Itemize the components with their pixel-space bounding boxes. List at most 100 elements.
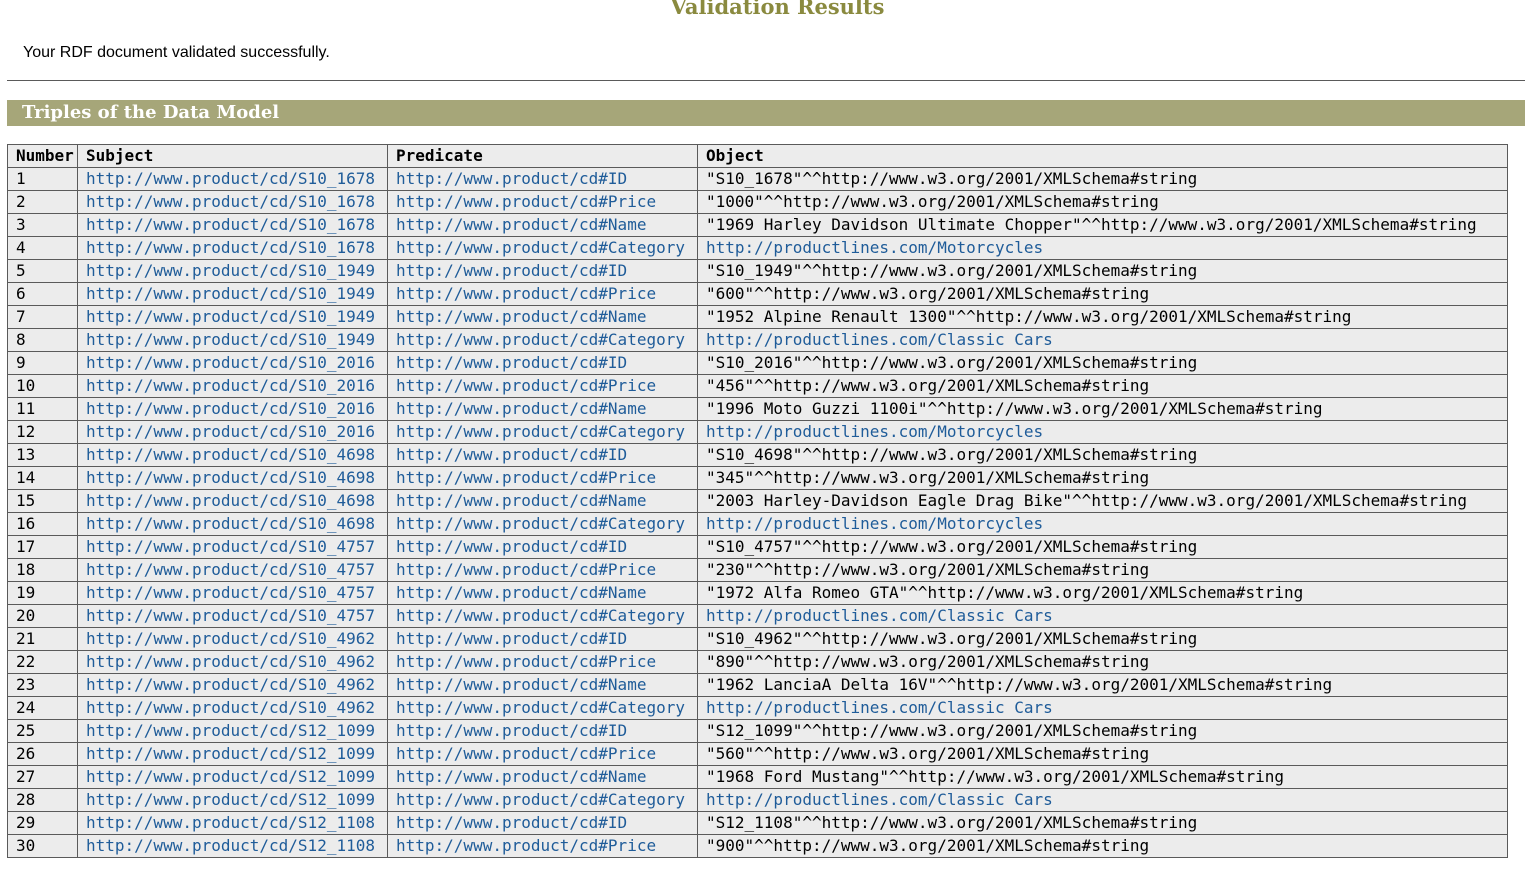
table-row: 11 http://www.product/cd/S10_2016 http://w… (7, 397, 1508, 421)
subject-link[interactable]: http://www.product/cd/S10_1678 (86, 169, 375, 188)
predicate-link[interactable]: http://www.product/cd#ID (396, 629, 627, 648)
predicate-link[interactable]: http://www.product/cd#Category (396, 330, 685, 349)
predicate-link[interactable]: http://www.product/cd#ID (396, 813, 627, 832)
predicate-cell: http://www.product/cd#Category (387, 696, 698, 720)
row-number: 4 (7, 236, 78, 260)
predicate-link[interactable]: http://www.product/cd#Name (396, 399, 646, 418)
predicate-link[interactable]: http://www.product/cd#Price (396, 284, 656, 303)
subject-link[interactable]: http://www.product/cd/S12_1099 (86, 790, 375, 809)
predicate-cell: http://www.product/cd#Name (387, 489, 698, 513)
predicate-cell: http://www.product/cd#ID (387, 719, 698, 743)
subject-link[interactable]: http://www.product/cd/S10_4757 (86, 606, 375, 625)
table-row: 15 http://www.product/cd/S10_4698 http://w… (7, 489, 1508, 513)
predicate-link[interactable]: http://www.product/cd#ID (396, 353, 627, 372)
predicate-link[interactable]: http://www.product/cd#Name (396, 583, 646, 602)
object-cell: "S10_2016"^^http://www.w3.org/2001/XMLSc… (697, 351, 1508, 375)
subject-cell: http://www.product/cd/S12_1099 (77, 742, 388, 766)
predicate-cell: http://www.product/cd#Name (387, 397, 698, 421)
predicate-link[interactable]: http://www.product/cd#Category (396, 514, 685, 533)
object-cell: "456"^^http://www.w3.org/2001/XMLSchema#… (697, 374, 1508, 398)
predicate-link[interactable]: http://www.product/cd#Name (396, 491, 646, 510)
object-literal: "S12_1108"^^http://www.w3.org/2001/XMLSc… (706, 813, 1198, 832)
object-literal: "456"^^http://www.w3.org/2001/XMLSchema#… (706, 376, 1150, 395)
table-row: 30 http://www.product/cd/S12_1108 http://w… (7, 834, 1508, 858)
predicate-link[interactable]: http://www.product/cd#Price (396, 560, 656, 579)
row-number: 27 (7, 765, 78, 789)
table-row: 13 http://www.product/cd/S10_4698 http://w… (7, 443, 1508, 467)
subject-link[interactable]: http://www.product/cd/S12_1099 (86, 767, 375, 786)
predicate-link[interactable]: http://www.product/cd#Category (396, 422, 685, 441)
predicate-link[interactable]: http://www.product/cd#Price (396, 836, 656, 855)
predicate-cell: http://www.product/cd#Category (387, 512, 698, 536)
subject-link[interactable]: http://www.product/cd/S12_1108 (86, 836, 375, 855)
subject-cell: http://www.product/cd/S10_4698 (77, 443, 388, 467)
table-row: 4 http://www.product/cd/S10_1678 http://ww… (7, 236, 1508, 260)
predicate-link[interactable]: http://www.product/cd#Name (396, 215, 646, 234)
object-link[interactable]: http://productlines.com/Classic Cars (706, 698, 1053, 717)
subject-link[interactable]: http://www.product/cd/S10_4962 (86, 652, 375, 671)
predicate-link[interactable]: http://www.product/cd#Price (396, 376, 656, 395)
predicate-link[interactable]: http://www.product/cd#ID (396, 445, 627, 464)
predicate-link[interactable]: http://www.product/cd#Category (396, 790, 685, 809)
subject-link[interactable]: http://www.product/cd/S10_1678 (86, 238, 375, 257)
predicate-link[interactable]: http://www.product/cd#Category (396, 698, 685, 717)
predicate-link[interactable]: http://www.product/cd#Category (396, 606, 685, 625)
subject-link[interactable]: http://www.product/cd/S10_2016 (86, 376, 375, 395)
object-cell: "560"^^http://www.w3.org/2001/XMLSchema#… (697, 742, 1508, 766)
predicate-link[interactable]: http://www.product/cd#ID (396, 537, 627, 556)
subject-cell: http://www.product/cd/S12_1099 (77, 719, 388, 743)
subject-link[interactable]: http://www.product/cd/S10_1678 (86, 215, 375, 234)
divider (7, 80, 1525, 81)
subject-link[interactable]: http://www.product/cd/S10_4962 (86, 629, 375, 648)
subject-link[interactable]: http://www.product/cd/S12_1108 (86, 813, 375, 832)
object-cell: "S10_4698"^^http://www.w3.org/2001/XMLSc… (697, 443, 1508, 467)
subject-link[interactable]: http://www.product/cd/S10_1949 (86, 261, 375, 280)
predicate-link[interactable]: http://www.product/cd#Price (396, 744, 656, 763)
predicate-cell: http://www.product/cd#Price (387, 650, 698, 674)
subject-link[interactable]: http://www.product/cd/S10_1678 (86, 192, 375, 211)
predicate-link[interactable]: http://www.product/cd#Price (396, 652, 656, 671)
predicate-link[interactable]: http://www.product/cd#Price (396, 192, 656, 211)
subject-link[interactable]: http://www.product/cd/S10_4698 (86, 491, 375, 510)
predicate-link[interactable]: http://www.product/cd#ID (396, 169, 627, 188)
subject-link[interactable]: http://www.product/cd/S10_2016 (86, 399, 375, 418)
row-number: 11 (7, 397, 78, 421)
object-literal: "S10_2016"^^http://www.w3.org/2001/XMLSc… (706, 353, 1198, 372)
object-link[interactable]: http://productlines.com/Classic Cars (706, 330, 1053, 349)
subject-link[interactable]: http://www.product/cd/S10_4757 (86, 583, 375, 602)
row-number: 7 (7, 305, 78, 329)
subject-cell: http://www.product/cd/S10_4757 (77, 535, 388, 559)
predicate-link[interactable]: http://www.product/cd#Price (396, 468, 656, 487)
object-link[interactable]: http://productlines.com/Motorcycles (706, 514, 1043, 533)
subject-link[interactable]: http://www.product/cd/S12_1099 (86, 744, 375, 763)
predicate-link[interactable]: http://www.product/cd#Category (396, 238, 685, 257)
predicate-link[interactable]: http://www.product/cd#Name (396, 767, 646, 786)
subject-link[interactable]: http://www.product/cd/S10_4962 (86, 698, 375, 717)
subject-link[interactable]: http://www.product/cd/S10_2016 (86, 422, 375, 441)
subject-link[interactable]: http://www.product/cd/S10_4757 (86, 537, 375, 556)
subject-link[interactable]: http://www.product/cd/S10_1949 (86, 284, 375, 303)
subject-link[interactable]: http://www.product/cd/S10_4698 (86, 468, 375, 487)
table-row: 20 http://www.product/cd/S10_4757 http://w… (7, 604, 1508, 628)
row-number: 21 (7, 627, 78, 651)
object-link[interactable]: http://productlines.com/Classic Cars (706, 790, 1053, 809)
object-link[interactable]: http://productlines.com/Motorcycles (706, 238, 1043, 257)
predicate-link[interactable]: http://www.product/cd#Name (396, 307, 646, 326)
subject-link[interactable]: http://www.product/cd/S10_4698 (86, 514, 375, 533)
subject-link[interactable]: http://www.product/cd/S10_4962 (86, 675, 375, 694)
predicate-cell: http://www.product/cd#Price (387, 466, 698, 490)
object-link[interactable]: http://productlines.com/Classic Cars (706, 606, 1053, 625)
subject-cell: http://www.product/cd/S10_4962 (77, 673, 388, 697)
subject-link[interactable]: http://www.product/cd/S10_1949 (86, 330, 375, 349)
predicate-link[interactable]: http://www.product/cd#ID (396, 261, 627, 280)
subject-link[interactable]: http://www.product/cd/S10_4757 (86, 560, 375, 579)
subject-link[interactable]: http://www.product/cd/S10_1949 (86, 307, 375, 326)
object-literal: "1996 Moto Guzzi 1100i"^^http://www.w3.o… (706, 399, 1323, 418)
predicate-link[interactable]: http://www.product/cd#ID (396, 721, 627, 740)
predicate-link[interactable]: http://www.product/cd#Name (396, 675, 646, 694)
subject-link[interactable]: http://www.product/cd/S12_1099 (86, 721, 375, 740)
subject-link[interactable]: http://www.product/cd/S10_2016 (86, 353, 375, 372)
subject-link[interactable]: http://www.product/cd/S10_4698 (86, 445, 375, 464)
object-link[interactable]: http://productlines.com/Motorcycles (706, 422, 1043, 441)
table-row: 14 http://www.product/cd/S10_4698 http://w… (7, 466, 1508, 490)
